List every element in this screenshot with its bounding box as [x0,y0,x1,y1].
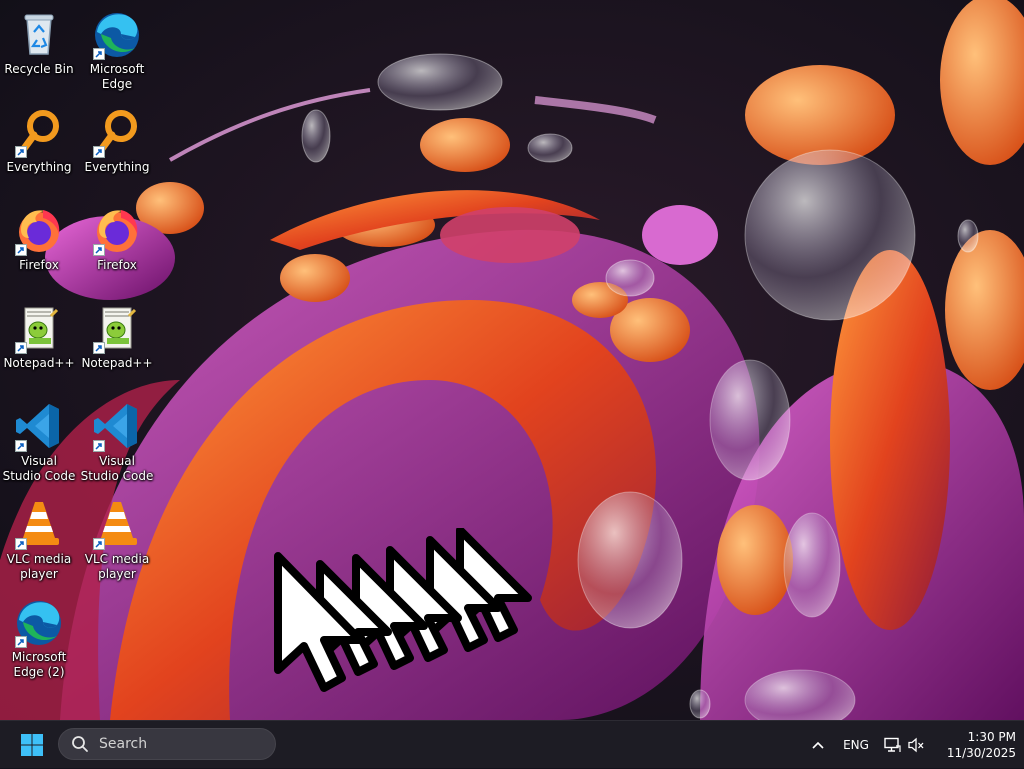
show-hidden-icons-button[interactable] [806,721,830,769]
clock-time: 1:30 PM [967,730,1016,744]
network-icon [884,737,901,752]
shortcut-arrow-icon [93,342,105,354]
desktop-icon-microsoft-edge[interactable]: Microsoft Edge [79,2,155,96]
shortcut-arrow-icon [15,244,27,256]
clock-date: 11/30/2025 [946,746,1016,760]
input-language-indicator[interactable]: ENG [838,721,874,769]
shortcut-arrow-icon [15,440,27,452]
desktop-icon-label: Notepad++ [3,356,75,370]
desktop-icon-recycle-bin[interactable]: Recycle Bin [1,2,77,96]
desktop-icon-label: Recycle Bin [4,62,74,76]
desktop-icon-microsoft-edge-2[interactable]: Microsoft Edge (2) [1,590,77,684]
desktop-icon-label: Firefox [19,258,59,272]
search-icon [72,736,88,752]
desktop-icon-label: VLC media player [6,552,72,581]
start-button[interactable] [12,727,52,763]
desktop-icon-firefox-2[interactable]: Firefox [79,198,155,292]
shortcut-arrow-icon [93,48,105,60]
shortcut-arrow-icon [15,146,27,158]
shortcut-arrow-icon [15,538,27,550]
desktop-icon-label: Visual Studio Code [2,454,76,483]
network-button[interactable] [882,721,902,769]
desktop-icon-label: Microsoft Edge [89,62,145,91]
desktop-icon-vlc-media-player[interactable]: VLC media player [1,492,77,586]
volume-muted-icon [908,737,924,753]
desktop-icon-notepad-plus-plus-2[interactable]: Notepad++ [79,296,155,390]
desktop-icon-label: Everything [84,160,150,174]
desktop-icon-visual-studio-code[interactable]: Visual Studio Code [1,394,77,488]
shortcut-arrow-icon [93,244,105,256]
shortcut-arrow-icon [93,538,105,550]
desktop-icon-everything[interactable]: Everything [1,100,77,194]
desktop-icon-label: Visual Studio Code [80,454,154,483]
desktop-icon-everything-2[interactable]: Everything [79,100,155,194]
desktop-icon-label: VLC media player [84,552,150,581]
taskbar: ENG 1:30 PM 11/30/2025 [0,720,1024,768]
desktop-icon-label: Notepad++ [81,356,153,370]
windows-start-icon [21,734,43,756]
desktop-icon-firefox[interactable]: Firefox [1,198,77,292]
desktop-icon-label: Microsoft Edge (2) [11,650,67,679]
language-label: ENG [843,738,869,752]
desktop-icon-label: Firefox [97,258,137,272]
recycle-bin-icon [24,14,54,55]
shortcut-arrow-icon [93,146,105,158]
taskbar-search-box[interactable] [58,728,276,760]
volume-button[interactable] [906,721,926,769]
mouse-cursor-trail [274,528,532,692]
desktop-icon-notepad-plus-plus[interactable]: Notepad++ [1,296,77,390]
chevron-up-icon [812,741,824,749]
desktop-icon-vlc-media-player-2[interactable]: VLC media player [79,492,155,586]
desktop-icon-visual-studio-code-2[interactable]: Visual Studio Code [79,394,155,488]
shortcut-arrow-icon [15,636,27,648]
desktop-icon-label: Everything [6,160,72,174]
search-input[interactable] [97,735,261,753]
taskbar-clock[interactable]: 1:30 PM 11/30/2025 [936,728,1016,762]
shortcut-arrow-icon [93,440,105,452]
shortcut-arrow-icon [15,342,27,354]
